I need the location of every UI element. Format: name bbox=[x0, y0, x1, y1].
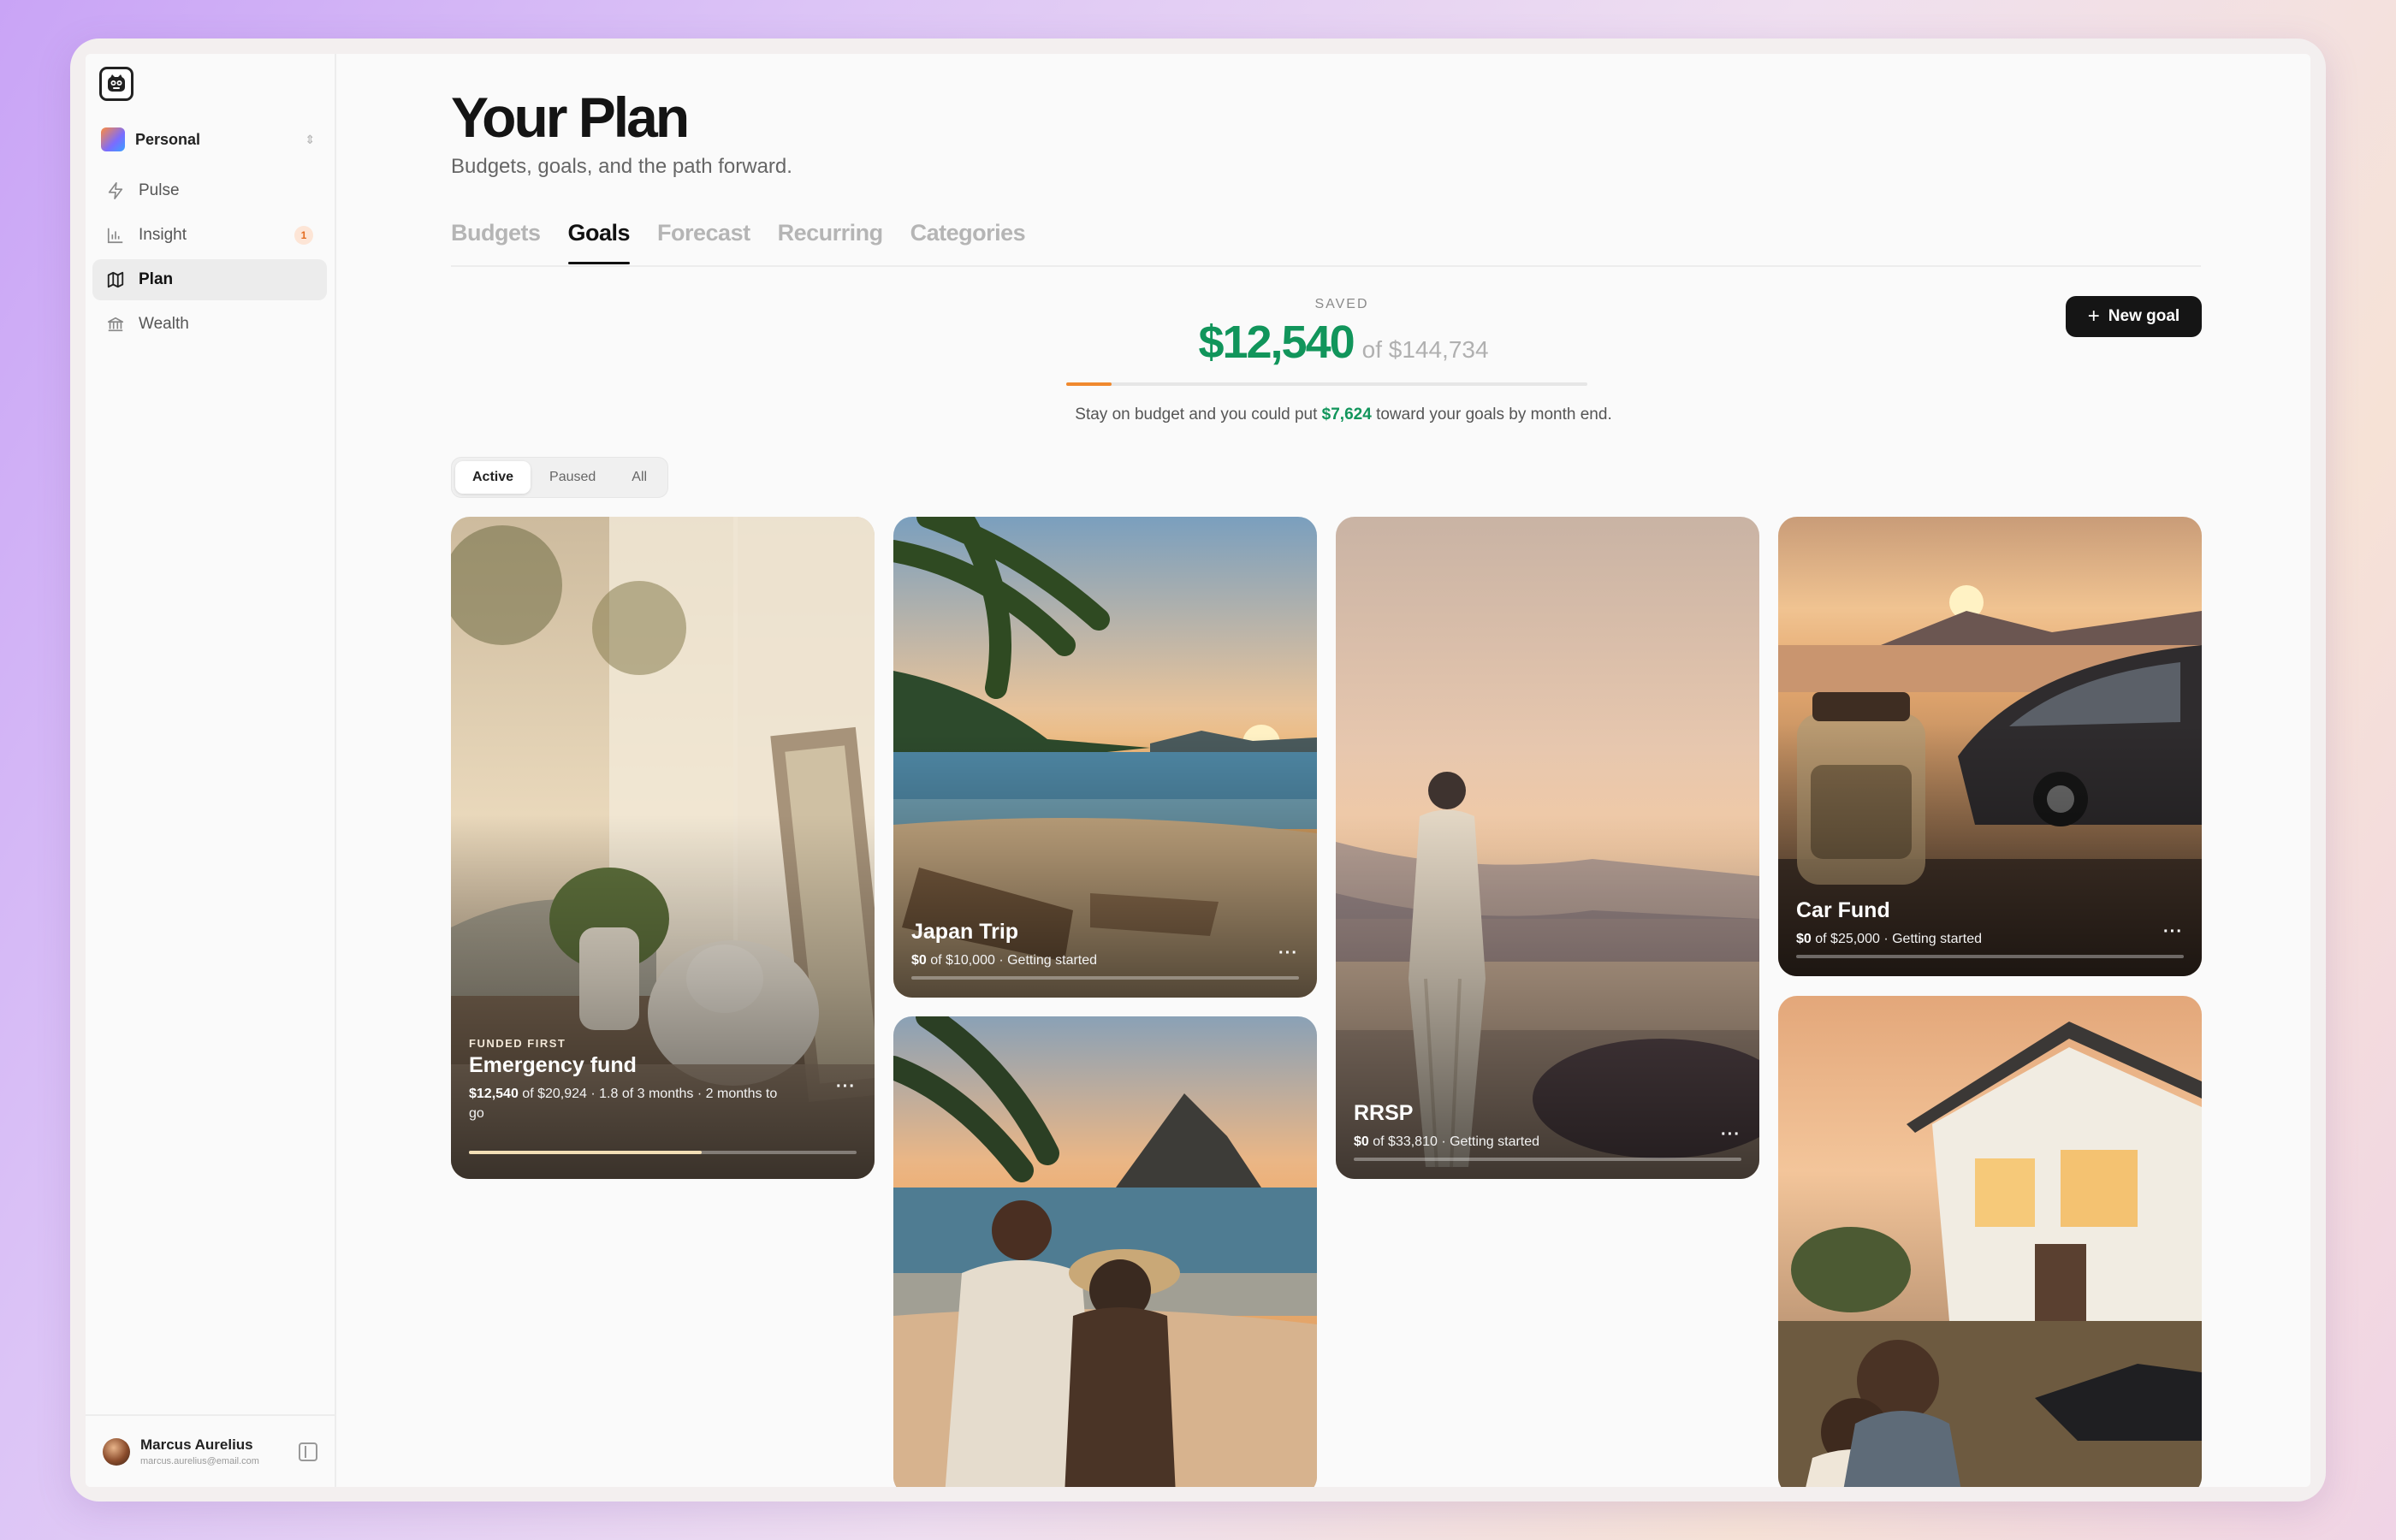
user-profile[interactable]: Marcus Aurelius marcus.aurelius@email.co… bbox=[86, 1414, 335, 1487]
goal-image bbox=[893, 1016, 1317, 1487]
goal-card-emergency-fund[interactable]: FUNDED FIRST Emergency fund $12,540 of $… bbox=[451, 517, 875, 1179]
tabs-divider bbox=[451, 265, 2201, 267]
goal-amount: $0 bbox=[911, 953, 927, 968]
goal-meta: $0 of $33,810 · Getting started bbox=[1354, 1132, 1539, 1152]
goal-progress-bar bbox=[911, 976, 1299, 980]
tab-budgets[interactable]: Budgets bbox=[451, 216, 541, 264]
savings-hint: Stay on budget and you could put $7,624 … bbox=[941, 406, 1746, 424]
goal-meta: $12,540 of $20,924 · 1.8 of 3 months · 2… bbox=[469, 1084, 794, 1123]
hint-prefix: Stay on budget and you could put bbox=[1075, 406, 1318, 424]
goal-overline: FUNDED FIRST bbox=[469, 1037, 566, 1050]
sidebar: Personal ⇕ Pulse Insight 1 Plan Wealth M… bbox=[86, 54, 336, 1487]
card-shade bbox=[451, 814, 875, 1179]
page-title: Your Plan bbox=[451, 86, 690, 149]
new-goal-label: New goal bbox=[2108, 307, 2180, 325]
sidebar-item-plan[interactable]: Plan bbox=[92, 259, 327, 300]
goal-detail: of $33,810 · Getting started bbox=[1373, 1134, 1540, 1149]
goal-card-home[interactable] bbox=[1778, 996, 2202, 1487]
goal-progress-bar bbox=[469, 1151, 857, 1154]
goal-filter-segmented: Active Paused All bbox=[451, 457, 669, 498]
goal-amount: $0 bbox=[1796, 932, 1812, 946]
sidebar-item-label: Plan bbox=[139, 270, 174, 288]
hint-amount: $7,624 bbox=[1321, 406, 1372, 424]
goal-amount: $0 bbox=[1354, 1134, 1369, 1149]
sidebar-item-label: Insight bbox=[139, 226, 187, 244]
goal-image bbox=[1778, 996, 2202, 1487]
app-window: Personal ⇕ Pulse Insight 1 Plan Wealth M… bbox=[86, 54, 2310, 1487]
goal-name: Japan Trip bbox=[911, 920, 1019, 944]
goal-card-honeymoon[interactable] bbox=[893, 1016, 1317, 1487]
goal-progress-fill bbox=[469, 1151, 702, 1154]
goal-card-car-fund[interactable]: Car Fund $0 of $25,000 · Getting started… bbox=[1778, 517, 2202, 976]
goal-name: RRSP bbox=[1354, 1101, 1414, 1125]
avatar bbox=[103, 1437, 130, 1466]
filter-all[interactable]: All bbox=[614, 461, 664, 494]
workspace-avatar-icon bbox=[101, 127, 125, 151]
chevron-updown-icon: ⇕ bbox=[305, 132, 315, 146]
more-options-icon[interactable]: ··· bbox=[2163, 922, 2183, 942]
goal-name: Car Fund bbox=[1796, 898, 1890, 922]
tab-goals[interactable]: Goals bbox=[567, 216, 631, 264]
hint-suffix: toward your goals by month end. bbox=[1376, 406, 1612, 424]
workspace-name: Personal bbox=[135, 130, 201, 148]
more-options-icon[interactable]: ··· bbox=[1721, 1125, 1741, 1145]
goal-meta: $0 of $25,000 · Getting started bbox=[1796, 929, 1982, 949]
saved-amount: $12,540 bbox=[1198, 317, 1355, 368]
goal-progress-bar bbox=[1796, 955, 2184, 958]
sidebar-item-label: Pulse bbox=[139, 181, 180, 199]
sidebar-item-insight[interactable]: Insight 1 bbox=[92, 215, 327, 256]
saved-label: SAVED bbox=[1314, 297, 1369, 311]
filter-paused[interactable]: Paused bbox=[532, 461, 613, 494]
goal-card-japan-trip[interactable]: Japan Trip $0 of $10,000 · Getting start… bbox=[893, 517, 1317, 998]
tab-forecast[interactable]: Forecast bbox=[657, 216, 750, 264]
more-options-icon[interactable]: ··· bbox=[836, 1077, 856, 1097]
saved-summary: $12,540 of $144,734 bbox=[1001, 316, 1686, 369]
goal-card-rrsp[interactable]: RRSP $0 of $33,810 · Getting started ··· bbox=[1336, 517, 1759, 1179]
savings-progress-bar bbox=[1066, 382, 1587, 386]
sidebar-item-pulse[interactable]: Pulse bbox=[92, 170, 327, 211]
plus-icon: + bbox=[2087, 305, 2100, 328]
plan-tabs: Budgets Goals Forecast Recurring Categor… bbox=[451, 216, 1026, 264]
goal-meta: $0 of $10,000 · Getting started bbox=[911, 951, 1097, 970]
app-logo-icon[interactable] bbox=[99, 67, 133, 101]
goal-detail: of $10,000 · Getting started bbox=[930, 953, 1098, 968]
goal-amount: $12,540 bbox=[469, 1087, 519, 1101]
filter-active[interactable]: Active bbox=[455, 461, 531, 494]
goal-name: Emergency fund bbox=[469, 1053, 637, 1077]
new-goal-button[interactable]: + New goal bbox=[2066, 296, 2202, 337]
map-icon bbox=[107, 271, 124, 288]
bank-icon bbox=[107, 317, 124, 332]
tab-categories[interactable]: Categories bbox=[910, 216, 1026, 264]
goal-detail: of $25,000 · Getting started bbox=[1815, 932, 1983, 946]
savings-progress-fill bbox=[1066, 382, 1112, 386]
sidebar-item-wealth[interactable]: Wealth bbox=[92, 304, 327, 345]
notification-badge: 1 bbox=[294, 226, 313, 245]
goal-progress-bar bbox=[1354, 1158, 1741, 1161]
main-content: Your Plan Budgets, goals, and the path f… bbox=[336, 54, 2310, 1487]
user-name: Marcus Aurelius bbox=[140, 1436, 253, 1453]
page-subtitle: Budgets, goals, and the path forward. bbox=[451, 155, 792, 178]
sidebar-item-label: Wealth bbox=[139, 315, 189, 333]
bar-chart-icon bbox=[107, 228, 123, 244]
tab-recurring[interactable]: Recurring bbox=[778, 216, 884, 264]
saved-total: of $144,734 bbox=[1361, 336, 1489, 363]
user-email: marcus.aurelius@email.com bbox=[140, 1456, 259, 1466]
bolt-icon bbox=[108, 182, 123, 199]
workspace-switcher[interactable]: Personal ⇕ bbox=[101, 124, 315, 155]
more-options-icon[interactable]: ··· bbox=[1278, 944, 1298, 963]
sidebar-collapse-icon[interactable] bbox=[299, 1442, 317, 1461]
sidebar-nav: Pulse Insight 1 Plan Wealth bbox=[92, 170, 327, 348]
